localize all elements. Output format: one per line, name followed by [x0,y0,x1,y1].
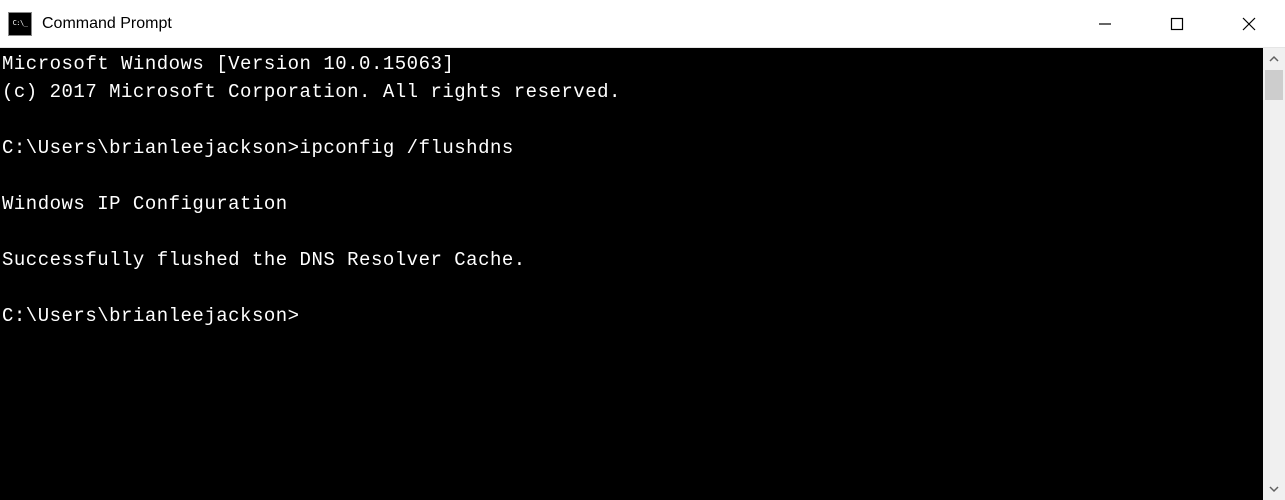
maximize-icon [1170,17,1184,31]
minimize-icon [1098,17,1112,31]
titlebar[interactable]: C:\_ Command Prompt [0,0,1285,48]
scroll-thumb[interactable] [1265,70,1283,100]
close-button[interactable] [1213,0,1285,47]
chevron-down-icon [1269,484,1279,494]
window-title: Command Prompt [42,15,172,33]
window-controls [1069,0,1285,47]
cmd-icon-text: C:\_ [13,20,28,27]
scrollbar[interactable] [1263,48,1285,500]
minimize-button[interactable] [1069,0,1141,47]
scroll-track[interactable] [1263,70,1285,478]
close-icon [1242,17,1256,31]
maximize-button[interactable] [1141,0,1213,47]
scroll-up-button[interactable] [1263,48,1285,70]
scroll-down-button[interactable] [1263,478,1285,500]
command-prompt-window: C:\_ Command Prompt Microsoft W [0,0,1285,500]
cmd-icon: C:\_ [8,12,32,36]
chevron-up-icon [1269,54,1279,64]
terminal-output[interactable]: Microsoft Windows [Version 10.0.15063] (… [0,48,1263,500]
terminal-area: Microsoft Windows [Version 10.0.15063] (… [0,48,1285,500]
